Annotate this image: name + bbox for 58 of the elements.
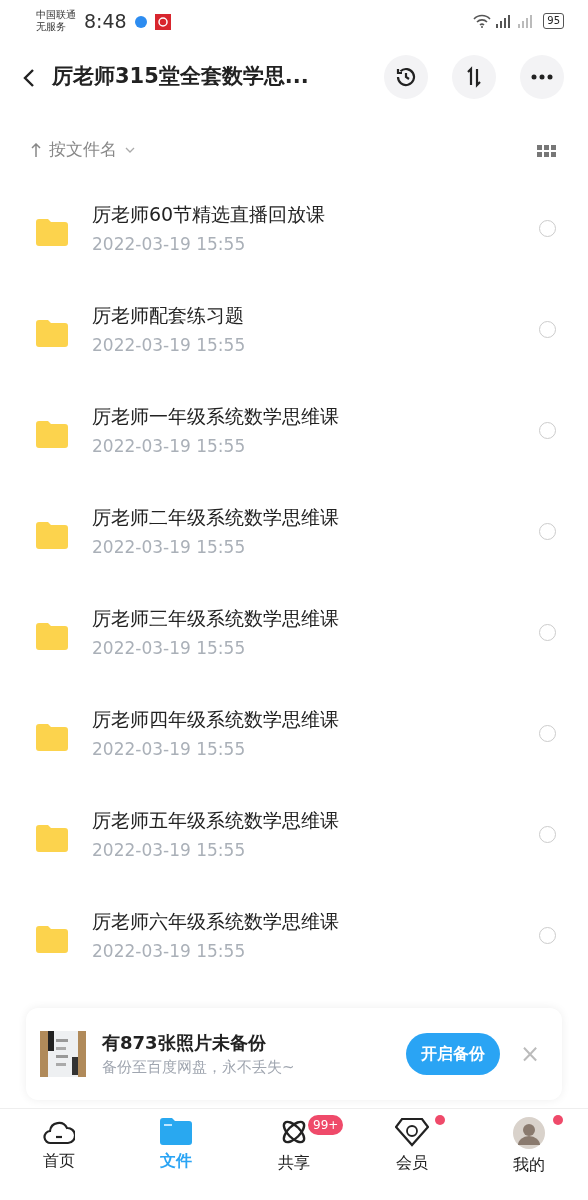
battery-level: 95	[543, 13, 564, 29]
backup-subtitle: 备份至百度网盘，永不丢失~	[102, 1057, 296, 1079]
tab-item[interactable]: 共享 99+	[235, 1109, 353, 1190]
file-name: 厉老师三年级系统数学思维课	[92, 605, 340, 631]
avatar-icon	[513, 1117, 546, 1149]
tab-item[interactable]: 首页	[0, 1109, 118, 1190]
file-name: 厉老师一年级系统数学思维课	[92, 403, 340, 429]
file-name: 厉老师四年级系统数学思维课	[92, 706, 340, 732]
history-button[interactable]	[384, 55, 428, 99]
folder-icon	[36, 217, 68, 246]
file-row[interactable]: 厉老师四年级系统数学思维课 2022-03-19 15:55	[0, 683, 588, 784]
folder-icon	[36, 722, 68, 751]
file-date: 2022-03-19 15:55	[92, 536, 247, 559]
folder-icon	[36, 520, 68, 549]
file-row[interactable]: 厉老师五年级系统数学思维课 2022-03-19 15:55	[0, 784, 588, 885]
file-date: 2022-03-19 15:55	[92, 334, 247, 357]
folder-title: 厉老师315堂全套数学思...	[52, 63, 310, 91]
file-row[interactable]: 厉老师三年级系统数学思维课 2022-03-19 15:55	[0, 582, 588, 683]
file-name: 厉老师六年级系统数学思维课	[92, 908, 340, 934]
carrier-name: 中国联通	[36, 8, 76, 21]
file-date: 2022-03-19 15:55	[92, 637, 247, 660]
service-status: 无服务	[36, 21, 67, 34]
file-date: 2022-03-19 15:55	[92, 940, 247, 963]
file-row[interactable]: 厉老师配套练习题 2022-03-19 15:55	[0, 279, 588, 380]
up-arrow-icon	[31, 143, 41, 157]
history-icon	[394, 65, 418, 89]
tab-item[interactable]: 我的	[470, 1109, 588, 1190]
file-date: 2022-03-19 15:55	[92, 233, 247, 256]
file-name: 厉老师配套练习题	[92, 302, 245, 328]
folder-icon	[36, 621, 68, 650]
app-notification-icon	[134, 15, 147, 28]
folder-icon	[36, 318, 68, 347]
tab-item[interactable]: 会员	[352, 1109, 471, 1190]
file-row[interactable]: 厉老师二年级系统数学思维课 2022-03-19 15:55	[0, 481, 588, 582]
more-button[interactable]	[520, 55, 564, 99]
folder-icon	[36, 924, 68, 953]
file-row[interactable]: 厉老师一年级系统数学思维课 2022-03-19 15:55	[0, 380, 588, 481]
folder-icon	[36, 419, 68, 448]
sort-by-name-button[interactable]: 按文件名	[30, 136, 136, 164]
chevron-down-icon	[125, 146, 135, 154]
file-name: 厉老师二年级系统数学思维课	[92, 504, 340, 530]
file-row[interactable]: 厉老师六年级系统数学思维课 2022-03-19 15:55	[0, 885, 588, 986]
file-date: 2022-03-19 15:55	[92, 839, 247, 862]
more-icon	[531, 74, 553, 80]
wifi-icon	[473, 14, 492, 28]
sort-order-button[interactable]	[452, 55, 496, 99]
clock-time: 8:48	[84, 8, 127, 34]
folder-icon	[36, 823, 68, 852]
diamond-icon	[394, 1117, 429, 1147]
file-row[interactable]: 厉老师60节精选直播回放课 2022-03-19 15:55	[0, 178, 588, 279]
file-name: 厉老师五年级系统数学思维课	[92, 807, 340, 833]
file-date: 2022-03-19 15:55	[92, 738, 247, 761]
folder-icon	[160, 1117, 193, 1145]
file-name: 厉老师60节精选直播回放课	[92, 201, 327, 227]
notification-badge: 99+	[308, 1115, 344, 1135]
app-notification-icon	[154, 13, 171, 30]
file-date: 2022-03-19 15:55	[92, 435, 247, 458]
backup-title: 有873张照片未备份	[102, 1031, 267, 1056]
